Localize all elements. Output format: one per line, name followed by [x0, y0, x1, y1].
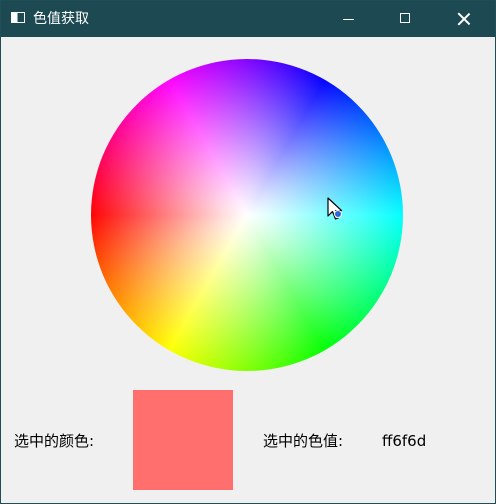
selected-color-label: 选中的颜色: — [14, 432, 95, 450]
close-icon — [457, 12, 471, 26]
maximize-icon — [400, 13, 410, 23]
title-bar[interactable]: 色值获取 — [1, 1, 495, 37]
window-title: 色值获取 — [33, 11, 89, 27]
maximize-button[interactable] — [382, 1, 428, 37]
minimize-icon — [343, 19, 354, 20]
mouse-cursor-icon — [327, 197, 343, 220]
color-wheel[interactable] — [91, 59, 403, 371]
app-icon — [11, 12, 25, 23]
selected-value-label: 选中的色值: — [263, 432, 344, 450]
selected-hex-value: ff6f6d — [382, 432, 427, 450]
close-button[interactable] — [441, 1, 487, 37]
minimize-button[interactable] — [326, 1, 372, 37]
selected-color-swatch — [133, 390, 233, 490]
color-picker-window: 色值获取 选中的颜色: 选中的色值: ff6f6d — [0, 0, 496, 504]
